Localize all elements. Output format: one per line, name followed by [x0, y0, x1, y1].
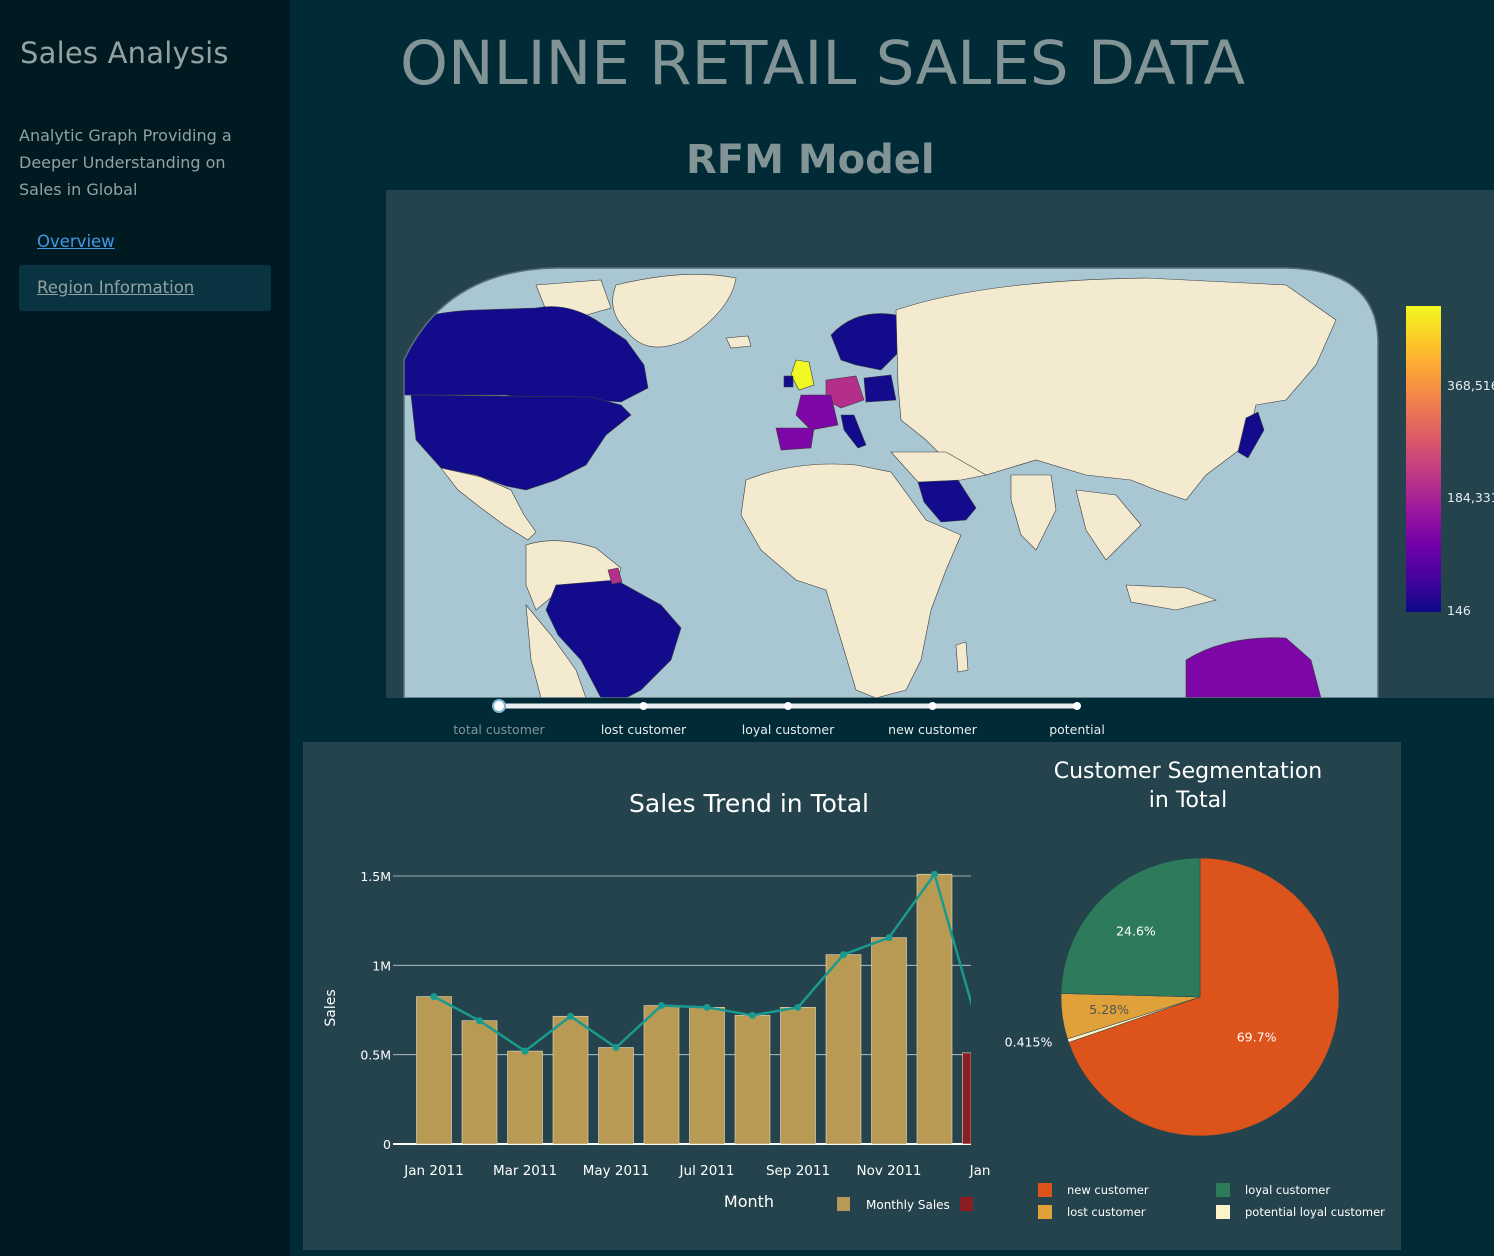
bar[interactable] — [689, 1007, 725, 1145]
bar[interactable] — [825, 954, 862, 1145]
x-tick-label: Jan — [969, 1163, 991, 1179]
trend-point[interactable] — [703, 1003, 711, 1011]
slider-step-label[interactable]: new customer — [888, 722, 978, 737]
y-tick-label: 0.5M — [360, 1048, 391, 1063]
legend-label-monthly-sales[interactable]: Monthly Sales — [866, 1198, 950, 1212]
pie-legend-swatch[interactable] — [1216, 1205, 1230, 1219]
slider-step-label[interactable]: lost customer — [601, 722, 687, 737]
nav-link-overview[interactable]: Overview — [19, 219, 271, 265]
legend-swatch-series-2[interactable] — [960, 1197, 973, 1211]
pie-legend-label[interactable]: loyal customer — [1245, 1183, 1330, 1197]
trend-point[interactable] — [521, 1047, 529, 1055]
x-tick-label: Mar 2011 — [493, 1163, 557, 1179]
x-axis-label: Month — [724, 1192, 774, 1211]
pie-title-line-2: in Total — [1149, 788, 1227, 813]
y-axis-label: Sales — [323, 989, 339, 1026]
pie-legend-swatch[interactable] — [1216, 1183, 1230, 1197]
bar[interactable] — [461, 1020, 498, 1145]
sidebar-description: Analytic Graph Providing a Deeper Unders… — [19, 126, 232, 199]
slider-step-label[interactable]: total customer — [453, 722, 545, 737]
pie-slice-label: 5.28% — [1089, 1002, 1129, 1017]
slider-step[interactable] — [639, 702, 648, 710]
map-geo — [404, 268, 1378, 698]
slider-step[interactable] — [784, 702, 792, 710]
x-tick-label: Nov 2011 — [857, 1163, 922, 1179]
sales-trend-chart[interactable]: Sales Trend in Total Jan 2011 Mar 2011 May… — [323, 789, 990, 1212]
colorbar-tick-label: 146 — [1447, 603, 1471, 618]
trend-point[interactable] — [885, 934, 893, 942]
pie-slice-label: 69.7% — [1237, 1029, 1277, 1044]
slider-canvas[interactable]: total customer lost customer loyal custome… — [386, 698, 1494, 742]
sidebar-nav: Overview Region Information — [19, 219, 271, 311]
charts-panel: Sales Trend in Total Jan 2011 Mar 2011 May… — [303, 742, 1401, 1250]
colorbar-gradient — [1406, 306, 1441, 612]
bar-legend[interactable]: Monthly Sales — [837, 1197, 973, 1212]
pie-title-line-1: Customer Segmentation — [1054, 759, 1322, 784]
sidebar-title: Sales Analysis — [20, 36, 229, 70]
colorbar: 368,516 184,331 146 — [1406, 306, 1494, 618]
slider-step-label[interactable]: loyal customer — [742, 722, 835, 737]
bar-chart-title: Sales Trend in Total — [629, 789, 869, 818]
pie-legend-label[interactable]: potential loyal customer — [1245, 1205, 1385, 1219]
nav-link-region-information[interactable]: Region Information — [19, 265, 271, 311]
trend-point[interactable] — [612, 1044, 620, 1052]
bar[interactable] — [507, 1050, 543, 1145]
bar[interactable] — [552, 1015, 589, 1145]
pie-legend-swatch[interactable] — [1038, 1183, 1052, 1197]
pie-legend-label[interactable]: lost customer — [1067, 1205, 1146, 1219]
country-madagascar — [955, 641, 969, 673]
country-ireland[interactable] — [783, 375, 794, 388]
sidebar: Sales Analysis Analytic Graph Providing … — [0, 0, 290, 1256]
x-tick-label: Jul 2011 — [679, 1163, 735, 1179]
y-tick-label: 1.5M — [360, 869, 391, 884]
trend-point[interactable] — [840, 951, 847, 959]
choropleth-map[interactable]: 368,516 184,331 146 — [386, 190, 1494, 698]
segment-slider[interactable]: total customer lost customer loyal custome… — [386, 698, 1494, 742]
y-tick-label: 0 — [383, 1137, 391, 1152]
trend-point[interactable] — [476, 1017, 483, 1025]
colorbar-tick-label: 368,516 — [1447, 378, 1494, 393]
map-title: RFM Model — [686, 137, 935, 183]
bar[interactable] — [962, 1052, 972, 1145]
pie-legend-label[interactable]: new customer — [1067, 1183, 1149, 1197]
page-title: ONLINE RETAIL SALES DATA — [400, 28, 1246, 99]
bar[interactable] — [598, 1047, 634, 1145]
x-tick-label: Sep 2011 — [766, 1163, 830, 1179]
map-canvas[interactable]: 368,516 184,331 146 — [386, 190, 1494, 698]
trend-point[interactable] — [567, 1012, 574, 1020]
bar[interactable] — [780, 1007, 816, 1145]
trend-point[interactable] — [794, 1003, 802, 1011]
colorbar-tick-label: 184,331 — [1447, 490, 1494, 505]
country-spain[interactable] — [775, 427, 815, 451]
pie-slice-label: 24.6% — [1116, 923, 1156, 938]
bar[interactable] — [416, 996, 452, 1145]
bar[interactable] — [643, 1005, 680, 1145]
y-tick-label: 1M — [372, 958, 391, 973]
charts-canvas[interactable]: Sales Trend in Total Jan 2011 Mar 2011 May… — [303, 742, 1401, 1250]
trend-point[interactable] — [749, 1011, 756, 1019]
slider-step[interactable] — [928, 702, 937, 710]
app-root: Sales Analysis Analytic Graph Providing … — [0, 0, 1494, 1256]
slider-step-label[interactable]: potential — [1049, 722, 1105, 737]
trend-point[interactable] — [430, 993, 438, 1001]
trend-point[interactable] — [658, 1002, 665, 1010]
eastern-europe[interactable] — [863, 374, 897, 403]
pie-slice-label: 0.415% — [1005, 1035, 1053, 1050]
pie-legend-swatch[interactable] — [1038, 1205, 1052, 1219]
x-tick-label: May 2011 — [583, 1163, 650, 1179]
trend-point[interactable] — [931, 870, 938, 878]
x-tick-label: Jan 2011 — [403, 1163, 463, 1179]
slider-step[interactable] — [1073, 702, 1081, 710]
bar[interactable] — [871, 937, 907, 1145]
legend-swatch-monthly-sales[interactable] — [837, 1197, 850, 1211]
customer-segmentation-chart[interactable]: Customer Segmentation in Total 69.7% 0.41… — [1005, 759, 1385, 1219]
slider-step[interactable] — [492, 699, 506, 713]
bar[interactable] — [734, 1015, 771, 1145]
